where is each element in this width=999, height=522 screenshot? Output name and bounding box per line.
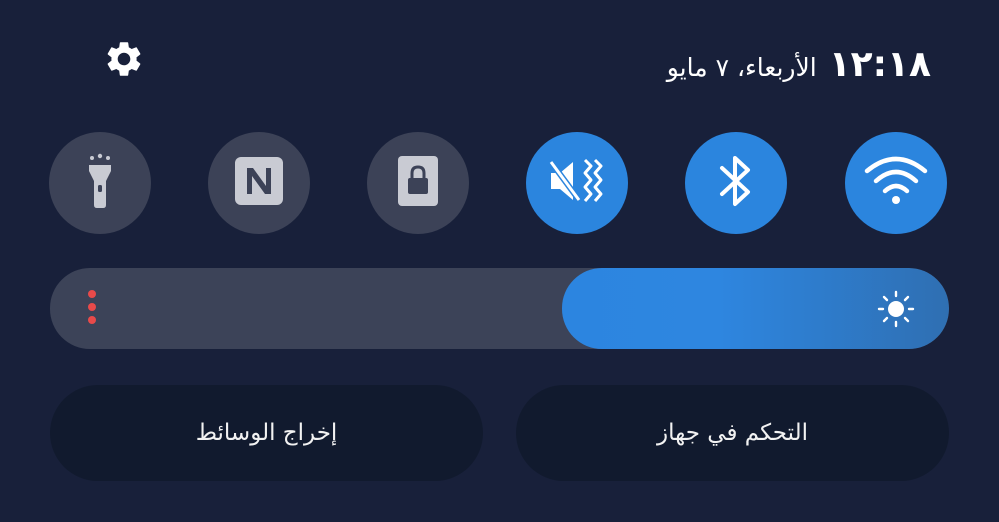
- date-text: الأربعاء، ٧ مايو: [666, 53, 817, 82]
- flashlight-icon: [80, 151, 120, 215]
- tile-bluetooth[interactable]: [685, 132, 787, 234]
- device-control-button[interactable]: التحكم في جهاز: [516, 385, 949, 481]
- quick-settings-panel: الأربعاء، ٧ مايو ١٢:١٨ إخراج الوسائط الت…: [0, 0, 999, 522]
- sun-icon: [877, 290, 915, 328]
- tile-screen-lock[interactable]: [367, 132, 469, 234]
- wifi-icon: [863, 155, 929, 211]
- gear-icon: [103, 38, 145, 84]
- quick-tiles-row: [0, 132, 999, 234]
- bluetooth-icon: [716, 152, 756, 214]
- clock-time: ١٢:١٨: [828, 44, 931, 85]
- clock-date-display: الأربعاء، ٧ مايو ١٢:١٨: [667, 44, 931, 94]
- tile-sound-mode[interactable]: [526, 132, 628, 234]
- mute-vibrate-icon: [547, 154, 607, 212]
- tile-wifi[interactable]: [845, 132, 947, 234]
- nfc-icon: [232, 154, 286, 212]
- tile-flashlight[interactable]: [49, 132, 151, 234]
- brightness-more-options[interactable]: [86, 290, 98, 330]
- brightness-slider[interactable]: [50, 268, 949, 349]
- settings-button[interactable]: [100, 37, 148, 85]
- device-control-label: التحكم في جهاز: [657, 420, 808, 446]
- tile-nfc[interactable]: [208, 132, 310, 234]
- media-output-label: إخراج الوسائط: [195, 420, 338, 446]
- media-output-button[interactable]: إخراج الوسائط: [50, 385, 483, 481]
- screen-lock-icon: [396, 154, 440, 212]
